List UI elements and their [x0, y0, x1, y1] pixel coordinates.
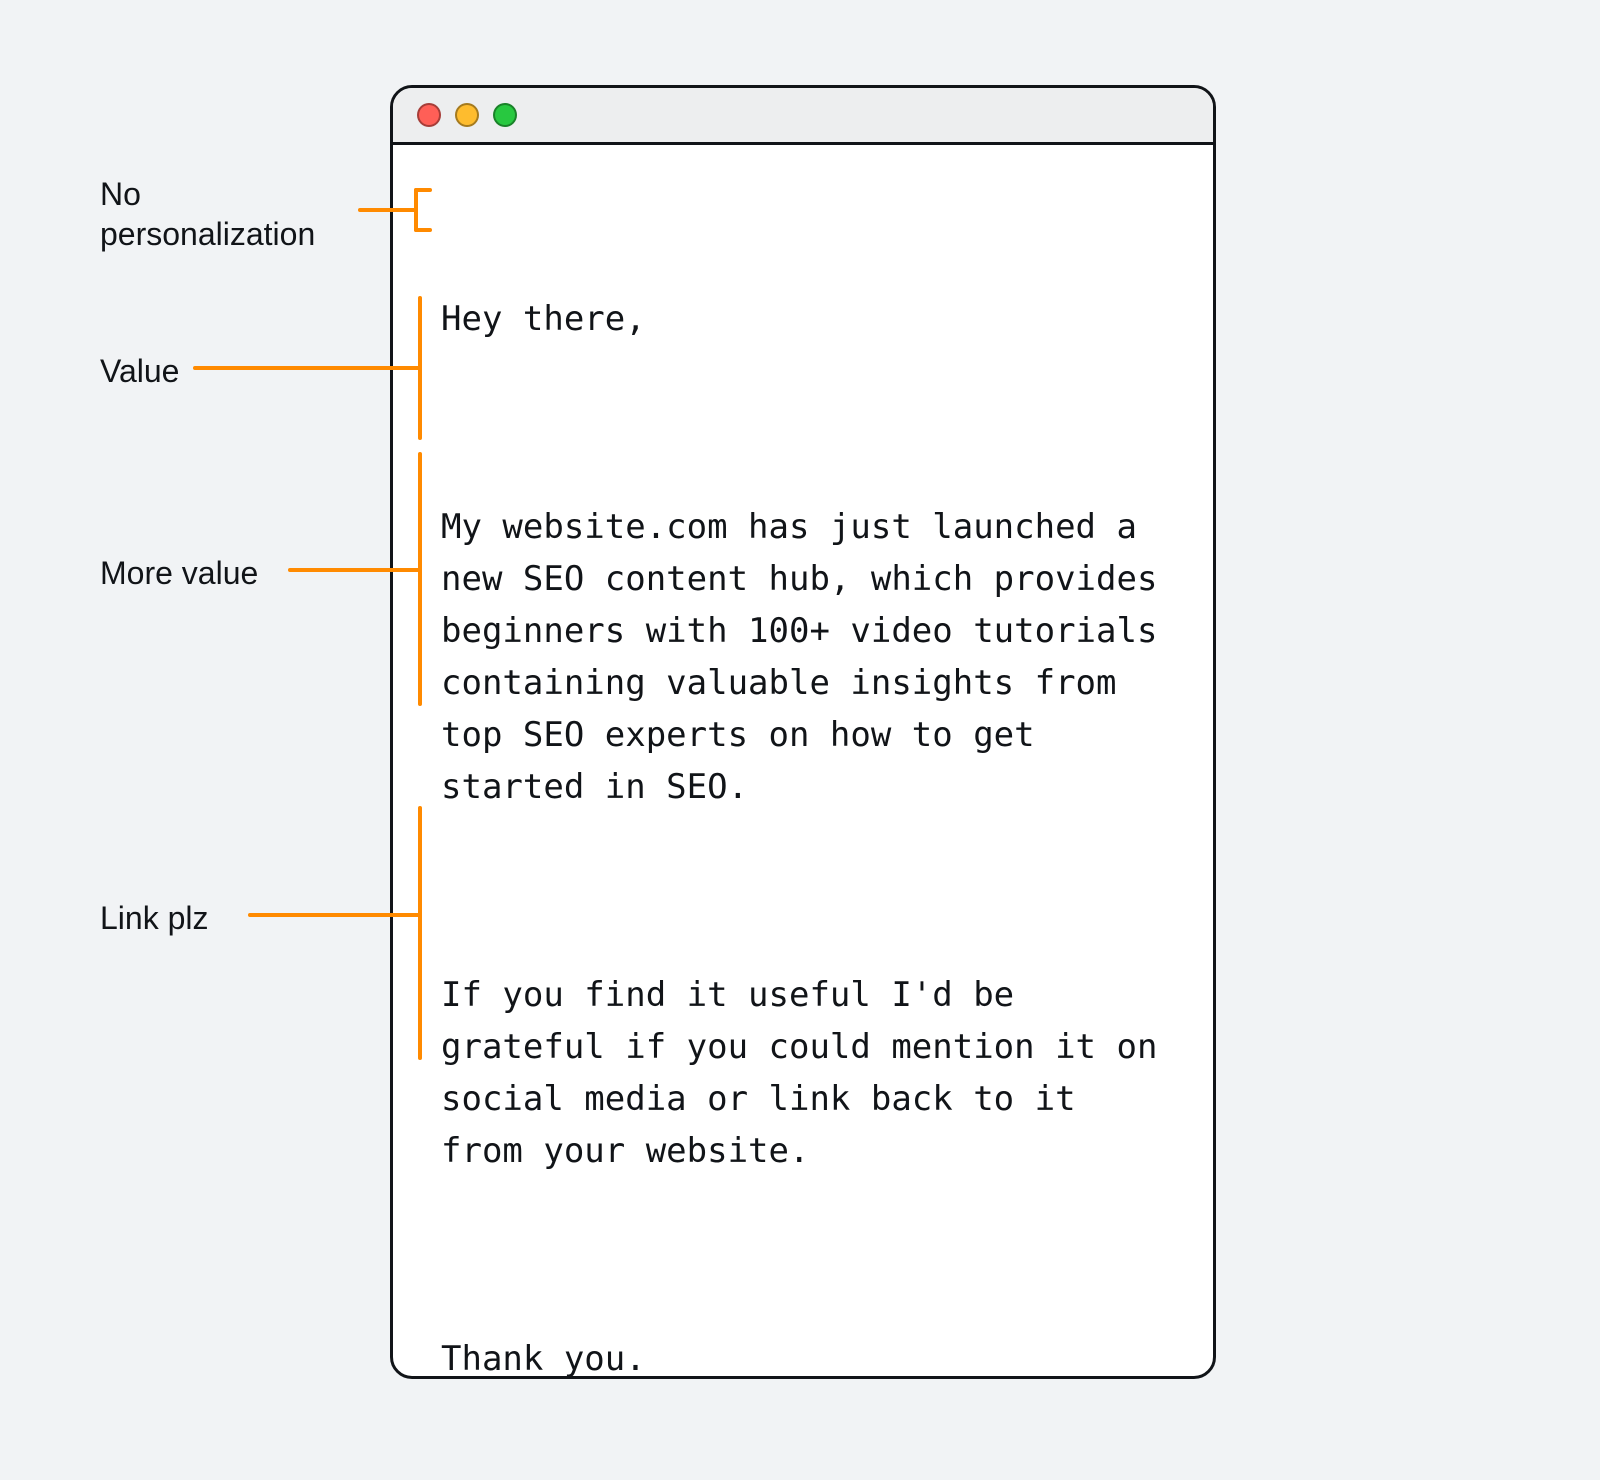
email-greeting: Hey there,: [441, 293, 1165, 345]
maximize-icon[interactable]: [493, 103, 517, 127]
email-paragraph-2: If you find it useful I'd be grateful if…: [441, 969, 1165, 1177]
window-titlebar: [393, 88, 1213, 145]
minimize-icon[interactable]: [455, 103, 479, 127]
annotation-link-plz: Link plz: [100, 898, 360, 938]
annotation-no-personalization: No personalization: [100, 174, 360, 254]
email-closing: Thank you.: [441, 1333, 1165, 1379]
email-window: Hey there, My website.com has just launc…: [390, 85, 1216, 1379]
annotation-value: Value: [100, 351, 360, 391]
email-paragraph-1: My website.com has just launched a new S…: [441, 501, 1165, 813]
close-icon[interactable]: [417, 103, 441, 127]
annotation-more-value: More value: [100, 553, 360, 593]
email-body: Hey there, My website.com has just launc…: [393, 145, 1213, 1379]
